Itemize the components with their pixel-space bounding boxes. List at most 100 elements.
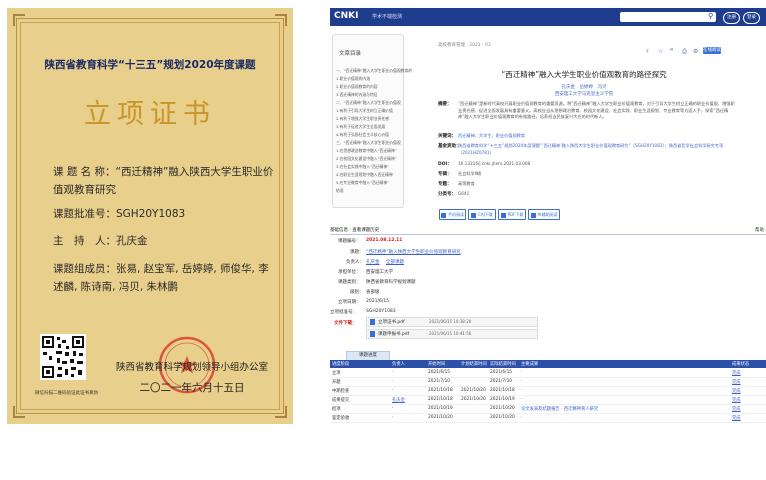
outline-item[interactable]: 3.有利于促进大学生全面发展 (336, 124, 385, 130)
online-read-button[interactable]: 在线阅读 (703, 47, 721, 54)
outline-item[interactable]: 1.有利于引导大学生树立正确价值 (336, 108, 393, 114)
classification-label: 分类号： (438, 192, 456, 197)
table-cell: 2021/6/15 (490, 370, 513, 375)
table-cell: 2021/10/20 (490, 415, 515, 420)
mobile-read-button[interactable]: 手机阅读 (439, 209, 466, 220)
topic-label: 专题： (438, 182, 452, 187)
outline-item[interactable]: 3.西迁精神的内涵与特征 (336, 92, 378, 98)
approval-label: 课题批准号： (53, 208, 116, 220)
star-icon[interactable]: ☆ (658, 48, 663, 55)
section-divider (330, 234, 766, 235)
column-header: 实际结束时间 (490, 362, 516, 367)
topic-field-value[interactable]: “西迁精神”融入陕西大学生职业价值观教育研究 (366, 249, 461, 255)
share-icon[interactable]: ♯ (646, 48, 649, 55)
table-row[interactable]: 鉴定验收 · 2021/10/20 2021/10/20 · 完成 (330, 414, 766, 423)
ai-read-button[interactable]: AI辅助阅读 (528, 209, 560, 220)
keywords-value[interactable]: 西迁精神；大学生；职业价值观教育 (458, 133, 738, 140)
tab-progress[interactable]: 课题进度 (346, 351, 390, 360)
classification-value: G641 (458, 191, 470, 196)
table-cell: 2021/7/10 (490, 379, 513, 384)
attachment-name[interactable]: 立项证书.pdf (378, 319, 405, 325)
host-field-value[interactable]: 孔庆金 (366, 259, 380, 265)
login-button[interactable]: 登录 (743, 12, 760, 24)
certificate-approval: 课题批准号：SGH20Y1083 (53, 205, 275, 223)
attachment-name[interactable]: 课题申报书.pdf (378, 331, 409, 337)
corner-ornament (13, 14, 25, 26)
table-cell: 中期检查 (332, 389, 350, 394)
status-link[interactable]: 完成 (732, 388, 741, 394)
table-cell: 结项 (332, 407, 341, 412)
project-no-label: 课题编号： (338, 239, 361, 244)
settings-icon[interactable]: ⚙ (693, 48, 698, 55)
file-icon (370, 331, 375, 337)
table-cell: 立项 (332, 371, 341, 376)
outline-item[interactable]: 2.职业价值观教育的内容 (336, 84, 378, 90)
outline-title: 文章目录 (339, 51, 362, 57)
unit-field-value: 西安理工大学 (366, 270, 393, 275)
attachments-label: 文件下载： (334, 321, 357, 326)
print-icon[interactable]: ⎙ (682, 48, 687, 56)
collection-label: 专辑： (438, 172, 452, 177)
table-cell: 2021/10/20 (461, 388, 486, 393)
outline-item[interactable]: 二、“西迁精神”融入大学生职业价值观 (336, 100, 401, 106)
table-row[interactable]: 开题 · 2021/7/10 2021/7/10 · 完成 (330, 378, 766, 387)
attachment-row[interactable]: 课题申报书.pdf 2021/06/15 10:41:56 (366, 329, 538, 339)
caj-download-button[interactable]: CAJ下载 (468, 209, 496, 220)
search-input[interactable] (620, 12, 716, 22)
register-button[interactable]: 注册 (723, 12, 740, 24)
fund-value[interactable]: 陕西省教育科学“十三五”规划2020年度课题“‘西迁精神’融入陕西大学生职业价值… (458, 143, 738, 156)
outline-item[interactable]: 3.在社会实践中融入“西迁精神” (336, 164, 389, 170)
issue-date: 二〇二一年六月十五日 (139, 382, 245, 394)
paper-title: “西迁精神”融入大学生职业价值观教育的路径探究 (501, 70, 667, 79)
achievement-link[interactable]: 论文发表及结题报告 · 西迁精神育人研究 (521, 406, 598, 412)
host-all-projects-link[interactable]: 全部课题 (386, 259, 404, 265)
outline-item[interactable]: 三、“西迁精神”融入大学生职业价值观 (336, 140, 401, 146)
column-header: 开始时间 (428, 362, 446, 367)
outline-item[interactable]: 2.在校园文化建设中融入“西迁精神” (336, 156, 397, 162)
collection-value: 社会科学Ⅱ辑 (458, 171, 481, 176)
outline-item[interactable]: 2.有利于增强大学生职业责任感 (336, 116, 389, 122)
section-tab[interactable]: 基础信息 · 查看课题历史 (330, 227, 379, 233)
outline-item[interactable]: 1.在思想政治教育中融入“西迁精神” (336, 148, 397, 154)
table-cell: 2021/10/20 (490, 406, 515, 411)
site-logo[interactable]: CNKI (334, 11, 358, 21)
outline-item[interactable]: 1.职业价值观的内涵 (336, 76, 370, 82)
abstract-text: “西迁精神”是新时代高校开展职业价值观教育的重要资源。将“西迁精神”融入大学生职… (458, 101, 735, 119)
outline-item[interactable]: 4.在职业生涯规划中融入西迁精神 (336, 172, 393, 178)
table-row[interactable]: 成果提交 孔庆金 2021/10/18 2021/10/20 2021/10/1… (330, 396, 766, 405)
status-link[interactable]: 完成 (732, 370, 741, 376)
remark-field-label: 立项批准号： (330, 310, 357, 315)
table-row[interactable]: 立项 · 2021/6/15 2021/6/15 · 完成 (330, 369, 766, 378)
outline-item[interactable]: 5.在专业教育中融入“西迁精神” (336, 180, 389, 186)
table-cell: 鉴定验收 (332, 416, 350, 421)
attachment-row[interactable]: 立项证书.pdf 2021/06/15 10:38:20 (366, 317, 538, 327)
paper-authors[interactable]: 孔庆金 岳婷婷 冯贝 (434, 84, 734, 90)
person-link[interactable]: 孔庆金 (392, 397, 405, 403)
outline-item[interactable]: 4.有利于弘扬社会主义核心价值 (336, 132, 389, 138)
column-header: 进度阶段 (332, 362, 350, 367)
status-link[interactable]: 完成 (732, 379, 741, 385)
table-row[interactable]: 结项 · 2021/10/19 2021/10/20 论文发表及结题报告 · 西… (330, 405, 766, 414)
top-navigation-bar: CNKI 学术不端检测 ⚲ 注册 登录 (330, 8, 766, 26)
search-icon[interactable]: ⚲ (708, 12, 713, 20)
table-cell: · (521, 388, 523, 393)
status-link[interactable]: 完成 (732, 415, 741, 421)
quote-icon[interactable]: ❞ (670, 48, 673, 55)
paper-affiliation[interactable]: 西安理工大学马克思主义学院 (434, 91, 734, 97)
site-logo-subtitle: 学术不端检测 (372, 14, 403, 20)
help-link[interactable]: 帮助 (755, 227, 764, 233)
outline-item[interactable]: 结语 (336, 188, 344, 194)
status-link[interactable]: 完成 (732, 406, 741, 412)
status-link[interactable]: 完成 (732, 397, 741, 403)
table-row[interactable]: 中期检查 · 2021/10/18 2021/10/20 2021/10/18 … (330, 387, 766, 396)
outline-item[interactable]: 一、“西迁精神”融入大学生职业价值观教育的 (336, 68, 412, 74)
table-cell: · (392, 415, 394, 420)
pdf-download-button[interactable]: PDF下载 (498, 209, 526, 220)
column-header: 成果状态 (732, 362, 750, 367)
table-cell: 2021/10/18 (428, 388, 453, 393)
table-cell: 2021/10/20 (428, 415, 453, 420)
members-label: 课题组成员： (53, 263, 116, 275)
topic-value: 高等教育 (458, 181, 475, 186)
table-header: 进度阶段 负责人 开始时间 计划结束时间 实际结束时间 主要成果 成果状态 (330, 360, 766, 368)
breadcrumb[interactable]: 高校教育管理 · 2021 · 03 (438, 42, 491, 48)
